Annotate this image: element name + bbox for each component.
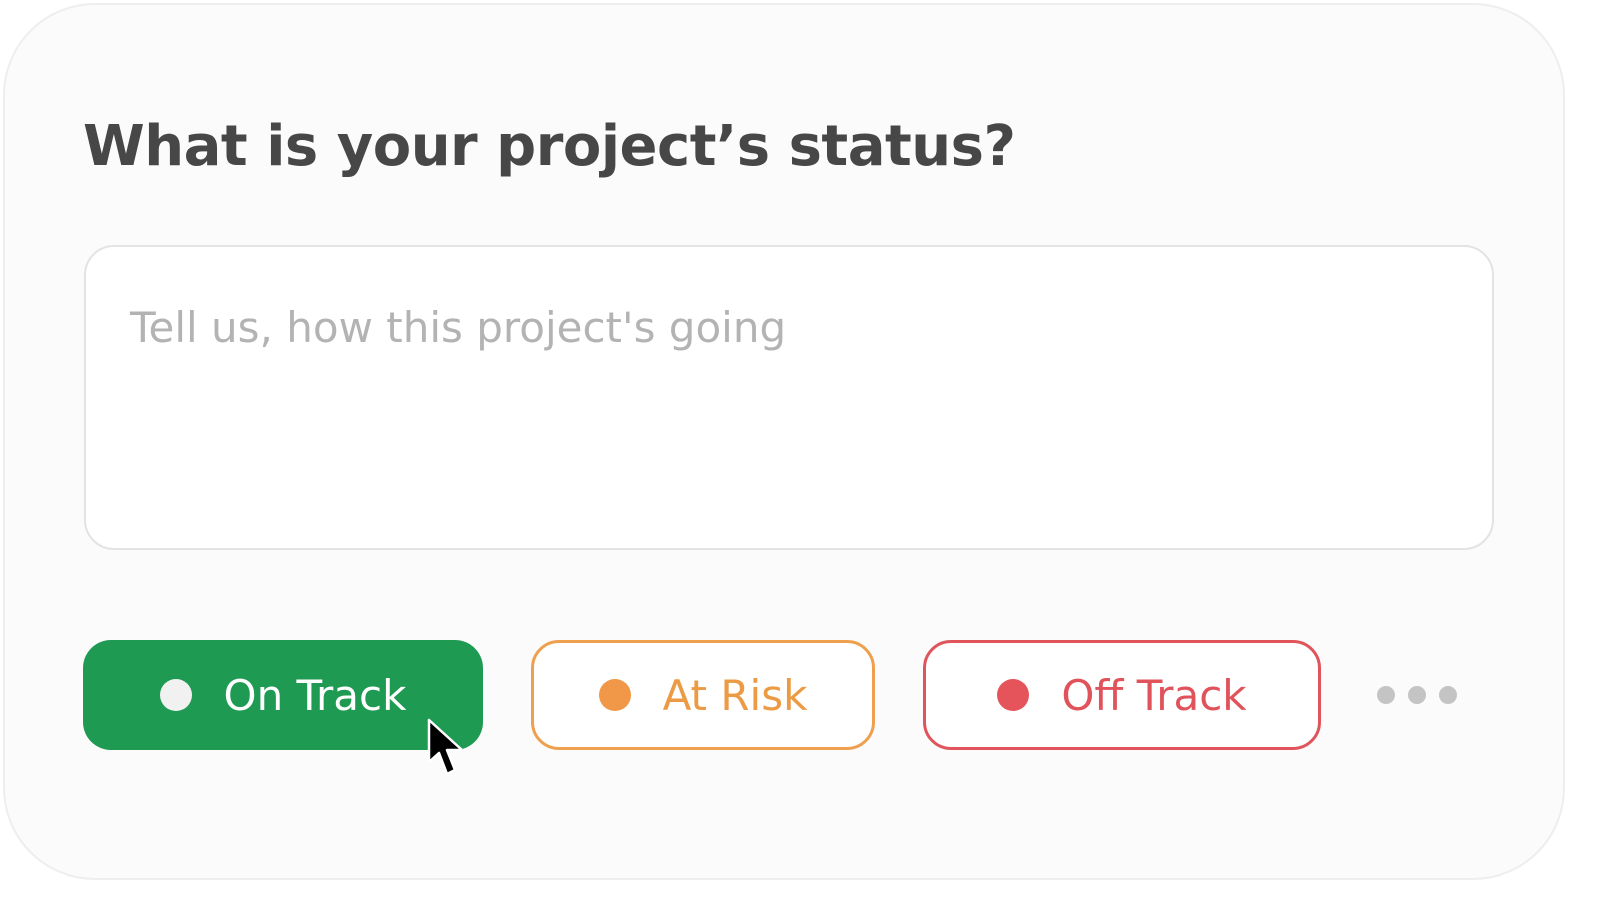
off-track-dot-icon [997,679,1030,711]
on-track-button[interactable]: On Track [83,640,483,750]
at-risk-dot-icon [598,679,631,711]
on-track-dot-icon [159,679,192,711]
off-track-button[interactable]: Off Track [923,640,1321,750]
more-options-button[interactable] [1371,675,1463,715]
more-dot-icon [1377,686,1395,704]
status-card: What is your project’s status? On Track … [3,3,1565,880]
status-comment-input[interactable] [84,245,1494,550]
at-risk-button[interactable]: At Risk [531,640,875,750]
more-dot-icon [1408,686,1426,704]
at-risk-label: At Risk [662,670,808,720]
off-track-label: Off Track [1061,670,1247,720]
question-title: What is your project’s status? [83,114,1016,179]
more-dot-icon [1439,686,1457,704]
on-track-label: On Track [223,670,407,720]
